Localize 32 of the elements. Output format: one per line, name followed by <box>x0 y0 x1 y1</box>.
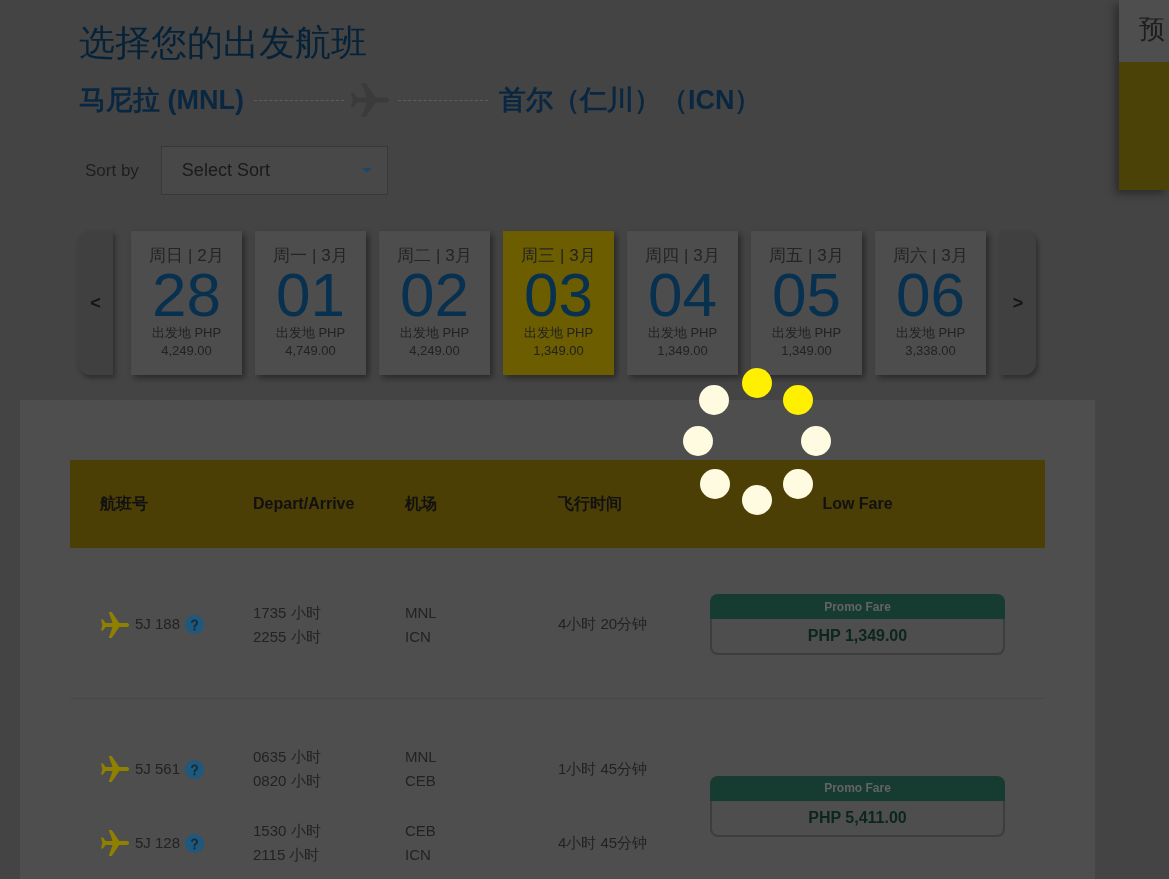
help-icon[interactable] <box>185 615 205 634</box>
fare-type-label: Promo Fare <box>710 775 1005 801</box>
airplane-icon <box>101 756 129 782</box>
help-icon[interactable] <box>185 833 205 853</box>
previous-dates-button[interactable]: < <box>78 231 113 375</box>
column-header: 飞行时间 <box>558 495 622 512</box>
date-day: 03 <box>524 266 593 324</box>
help-icon[interactable] <box>185 759 205 779</box>
airplane-icon <box>101 830 129 856</box>
fare-option-button[interactable]: Promo Fare PHP 5,411.00 <box>710 775 1005 837</box>
origin-city: 马尼拉 (MNL) <box>79 84 244 117</box>
column-header: 机场 <box>405 495 437 512</box>
date-day: 02 <box>400 266 469 324</box>
date-fare: 1,349.00 <box>533 342 584 360</box>
page-title: 选择您的出发航班 <box>79 21 367 65</box>
fare-type-label: Promo Fare <box>710 594 1005 619</box>
fare-origin-label: 出发地 PHP <box>523 324 594 341</box>
caret-icon <box>361 168 372 173</box>
next-dates-button[interactable]: > <box>1000 231 1036 375</box>
fare-option-button[interactable]: Promo Fare PHP 1,349.00 <box>710 594 1005 655</box>
column-header: Depart/Arrive <box>253 495 355 512</box>
fare-price: PHP 5,411.00 <box>710 800 1005 837</box>
date-day: 04 <box>648 266 717 324</box>
date-day: 01 <box>276 266 345 324</box>
date-day: 05 <box>772 266 841 324</box>
destination-city: 首尔（仁川）（ICN） <box>498 84 762 117</box>
column-header: Low Fare <box>822 495 893 512</box>
date-day: 28 <box>152 266 221 324</box>
column-header: 航班号 <box>100 495 148 512</box>
airplane-icon <box>101 611 129 638</box>
date-day: 06 <box>896 266 965 324</box>
fare-price: PHP 1,349.00 <box>710 619 1005 655</box>
